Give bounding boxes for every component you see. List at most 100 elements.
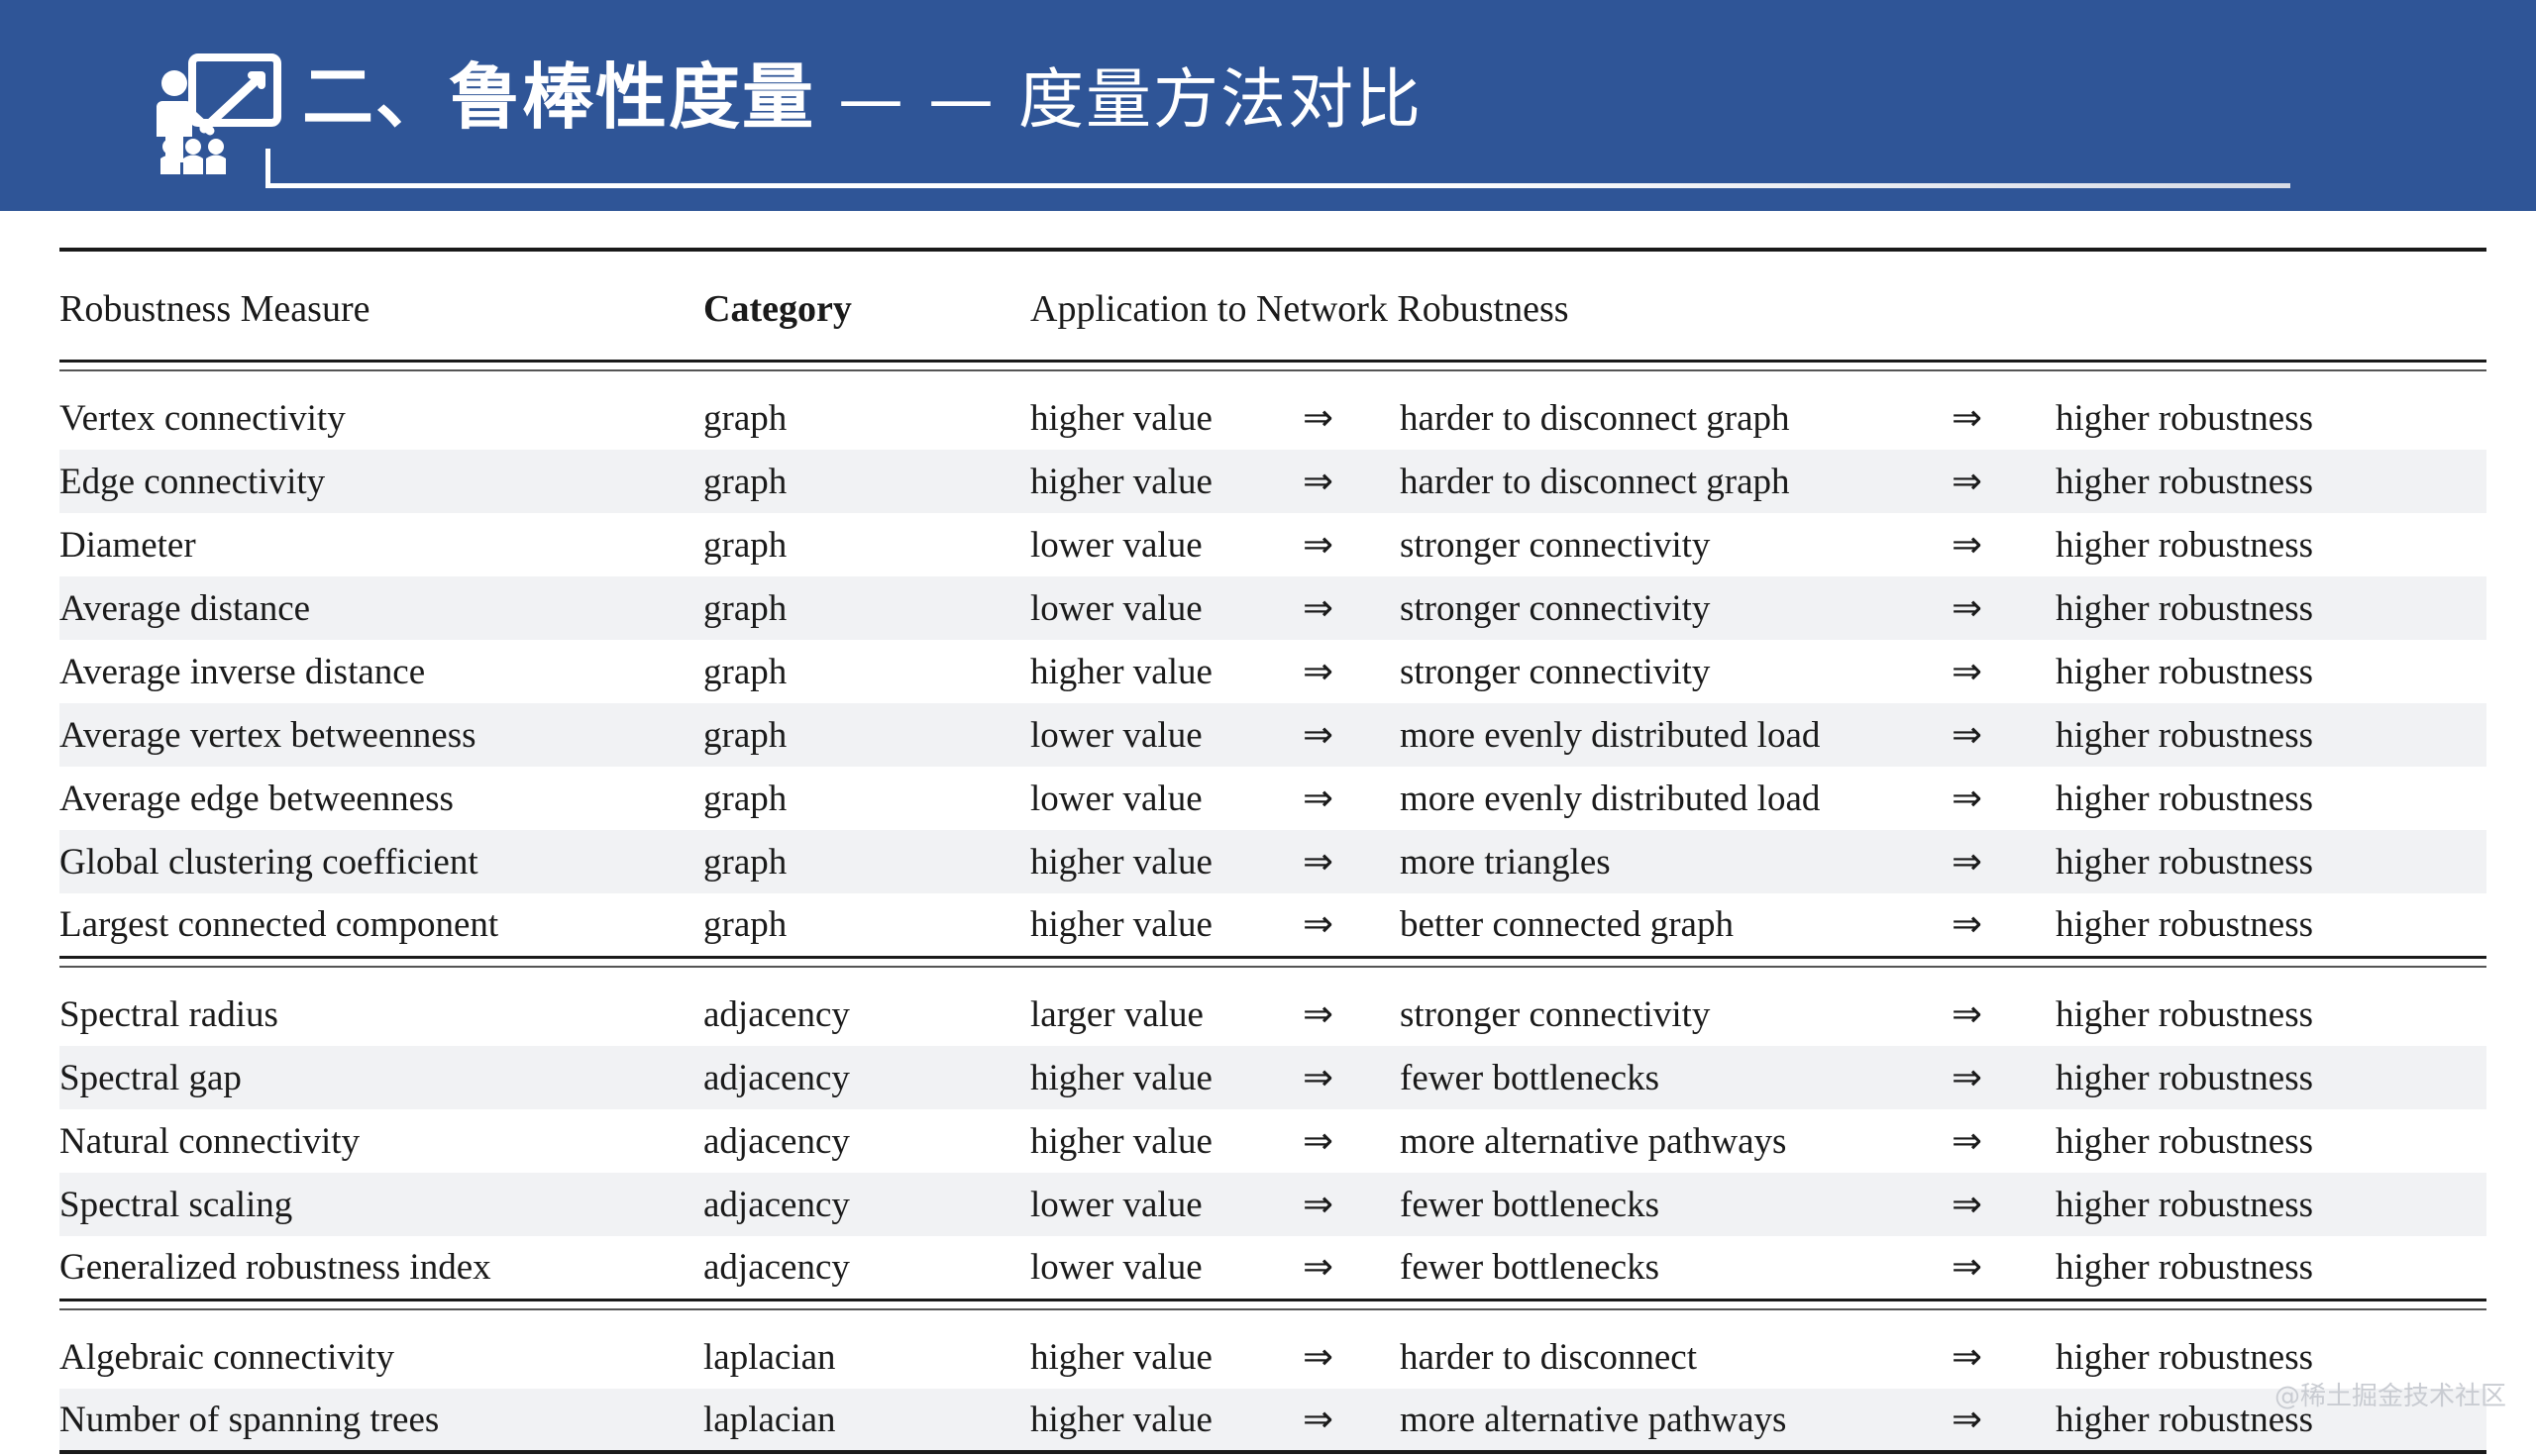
implies-arrow-icon: ⇒ (1303, 652, 1334, 692)
implies-arrow-icon: ⇒ (1952, 450, 2056, 513)
cell-value: higher value (1030, 1120, 1213, 1162)
header-category: Category (703, 288, 852, 331)
implies-arrow-icon: ⇒ (1952, 1046, 2056, 1109)
cell-effect: more alternative pathways (1400, 1120, 1787, 1162)
banner-underline-tick (265, 149, 270, 188)
cell-category: graph (703, 903, 788, 945)
cell-result: higher robustness (2056, 397, 2313, 439)
page-title: 二、鲁棒性度量 — — 度量方法对比 (302, 61, 1423, 133)
table-row: Average inverse distance graph higher valu… (59, 640, 2486, 703)
rule-cell (59, 1298, 2486, 1310)
cell-category: graph (703, 397, 788, 439)
table-row: Largest connected component graph higher v… (59, 893, 2486, 957)
implies-arrow-icon: ⇒ (1952, 994, 1983, 1035)
cell-result: higher robustness (2056, 903, 2313, 945)
cell-category: laplacian (703, 1389, 1030, 1452)
cell-measure: Diameter (59, 524, 196, 566)
cell-effect: fewer bottlenecks (1400, 1173, 1952, 1236)
cell-effect: harder to disconnect (1400, 1336, 1697, 1378)
cell-value: higher value (1030, 1389, 1303, 1452)
cell-measure: Vertex connectivity (59, 397, 346, 439)
cell-measure: Average edge betweenness (59, 778, 454, 819)
implies-arrow-icon: ⇒ (1303, 576, 1400, 640)
table-row: Average distance graph lower value ⇒ stronge… (59, 576, 2486, 640)
implies-arrow-icon: ⇒ (1303, 1247, 1334, 1289)
spacer-cell (59, 1309, 2486, 1325)
cell-effect: stronger connectivity (1400, 524, 1711, 566)
cell-value: lower value (1030, 1246, 1203, 1288)
header-robustness-measure: Robustness Measure (59, 288, 370, 331)
implies-arrow-icon: ⇒ (1303, 779, 1334, 819)
implies-arrow-icon: ⇒ (1303, 904, 1334, 946)
cell-category: adjacency (703, 1046, 1030, 1109)
implies-arrow-icon: ⇒ (1952, 830, 2056, 893)
table-row: Algebraic connectivity laplacian higher va… (59, 1325, 2486, 1389)
cell-result: higher robustness (2056, 651, 2313, 692)
cell-effect: stronger connectivity (1400, 651, 1711, 692)
watermark: @稀土掘金技术社区 (2273, 1382, 2506, 1411)
cell-result: higher robustness (2056, 1173, 2486, 1236)
cell-measure: Spectral gap (59, 1046, 703, 1109)
cell-category: adjacency (703, 1120, 850, 1162)
cell-result: higher robustness (2056, 993, 2313, 1035)
implies-arrow-icon: ⇒ (1303, 1121, 1334, 1162)
cell-measure: Edge connectivity (59, 450, 703, 513)
cell-value: higher value (1030, 830, 1303, 893)
cell-category: graph (703, 830, 1030, 893)
cell-effect: fewer bottlenecks (1400, 1046, 1952, 1109)
cell-value: lower value (1030, 576, 1303, 640)
row-spacer (59, 967, 2486, 983)
cell-measure: Average vertex betweenness (59, 703, 703, 767)
table-row: Number of spanning trees laplacian higher … (59, 1389, 2486, 1452)
cell-value: lower value (1030, 778, 1203, 819)
cell-category: adjacency (703, 1173, 1030, 1236)
page-title-sub: — — 度量方法对比 (815, 61, 1423, 138)
implies-arrow-icon: ⇒ (1303, 1046, 1400, 1109)
implies-arrow-icon: ⇒ (1952, 1337, 1983, 1378)
cell-category: adjacency (703, 993, 850, 1035)
cell-value: lower value (1030, 1173, 1303, 1236)
table-header-rule (59, 359, 2486, 371)
cell-result: higher robustness (2056, 1120, 2313, 1162)
implies-arrow-icon: ⇒ (1952, 1121, 1983, 1162)
implies-arrow-icon: ⇒ (1303, 1337, 1334, 1378)
cell-category: graph (703, 450, 1030, 513)
cell-effect: more alternative pathways (1400, 1389, 1952, 1452)
implies-arrow-icon: ⇒ (1303, 1173, 1400, 1236)
cell-category: laplacian (703, 1336, 836, 1378)
cell-effect: fewer bottlenecks (1400, 1246, 1659, 1288)
cell-effect: more triangles (1400, 830, 1952, 893)
cell-value: higher value (1030, 1336, 1213, 1378)
cell-value: higher value (1030, 1046, 1303, 1109)
cell-measure: Algebraic connectivity (59, 1336, 395, 1378)
implies-arrow-icon: ⇒ (1303, 830, 1400, 893)
cell-result: higher robustness (2056, 778, 2313, 819)
cell-value: lower value (1030, 703, 1303, 767)
robustness-measures-table: Robustness Measure Category Application to… (59, 248, 2486, 1456)
cell-category: graph (703, 651, 788, 692)
cell-category: graph (703, 703, 1030, 767)
cell-measure: Global clustering coefficient (59, 830, 703, 893)
cell-measure: Average inverse distance (59, 651, 426, 692)
implies-arrow-icon: ⇒ (1952, 525, 1983, 566)
cell-result: higher robustness (2056, 1046, 2486, 1109)
cell-effect: more evenly distributed load (1400, 703, 1952, 767)
table-row: Generalized robustness index adjacency low… (59, 1236, 2486, 1300)
implies-arrow-icon: ⇒ (1952, 779, 1983, 819)
cell-result: higher robustness (2056, 703, 2486, 767)
implies-arrow-icon: ⇒ (1952, 576, 2056, 640)
cell-effect: better connected graph (1400, 903, 1734, 945)
cell-category: graph (703, 524, 788, 566)
table-header-row: Robustness Measure Category Application to… (59, 254, 2486, 361)
spacer-cell (59, 967, 2486, 983)
cell-effect: harder to disconnect graph (1400, 397, 1790, 439)
cell-effect: stronger connectivity (1400, 993, 1711, 1035)
implies-arrow-icon: ⇒ (1303, 994, 1334, 1035)
cell-measure: Spectral radius (59, 993, 278, 1035)
cell-effect: stronger connectivity (1400, 576, 1952, 640)
table-row: Spectral gap adjacency higher value ⇒ fewer … (59, 1046, 2486, 1109)
table-bottom-rule (59, 1450, 2486, 1456)
cell-category: adjacency (703, 1246, 850, 1288)
cell-result: higher robustness (2056, 830, 2486, 893)
implies-arrow-icon: ⇒ (1952, 904, 1983, 946)
